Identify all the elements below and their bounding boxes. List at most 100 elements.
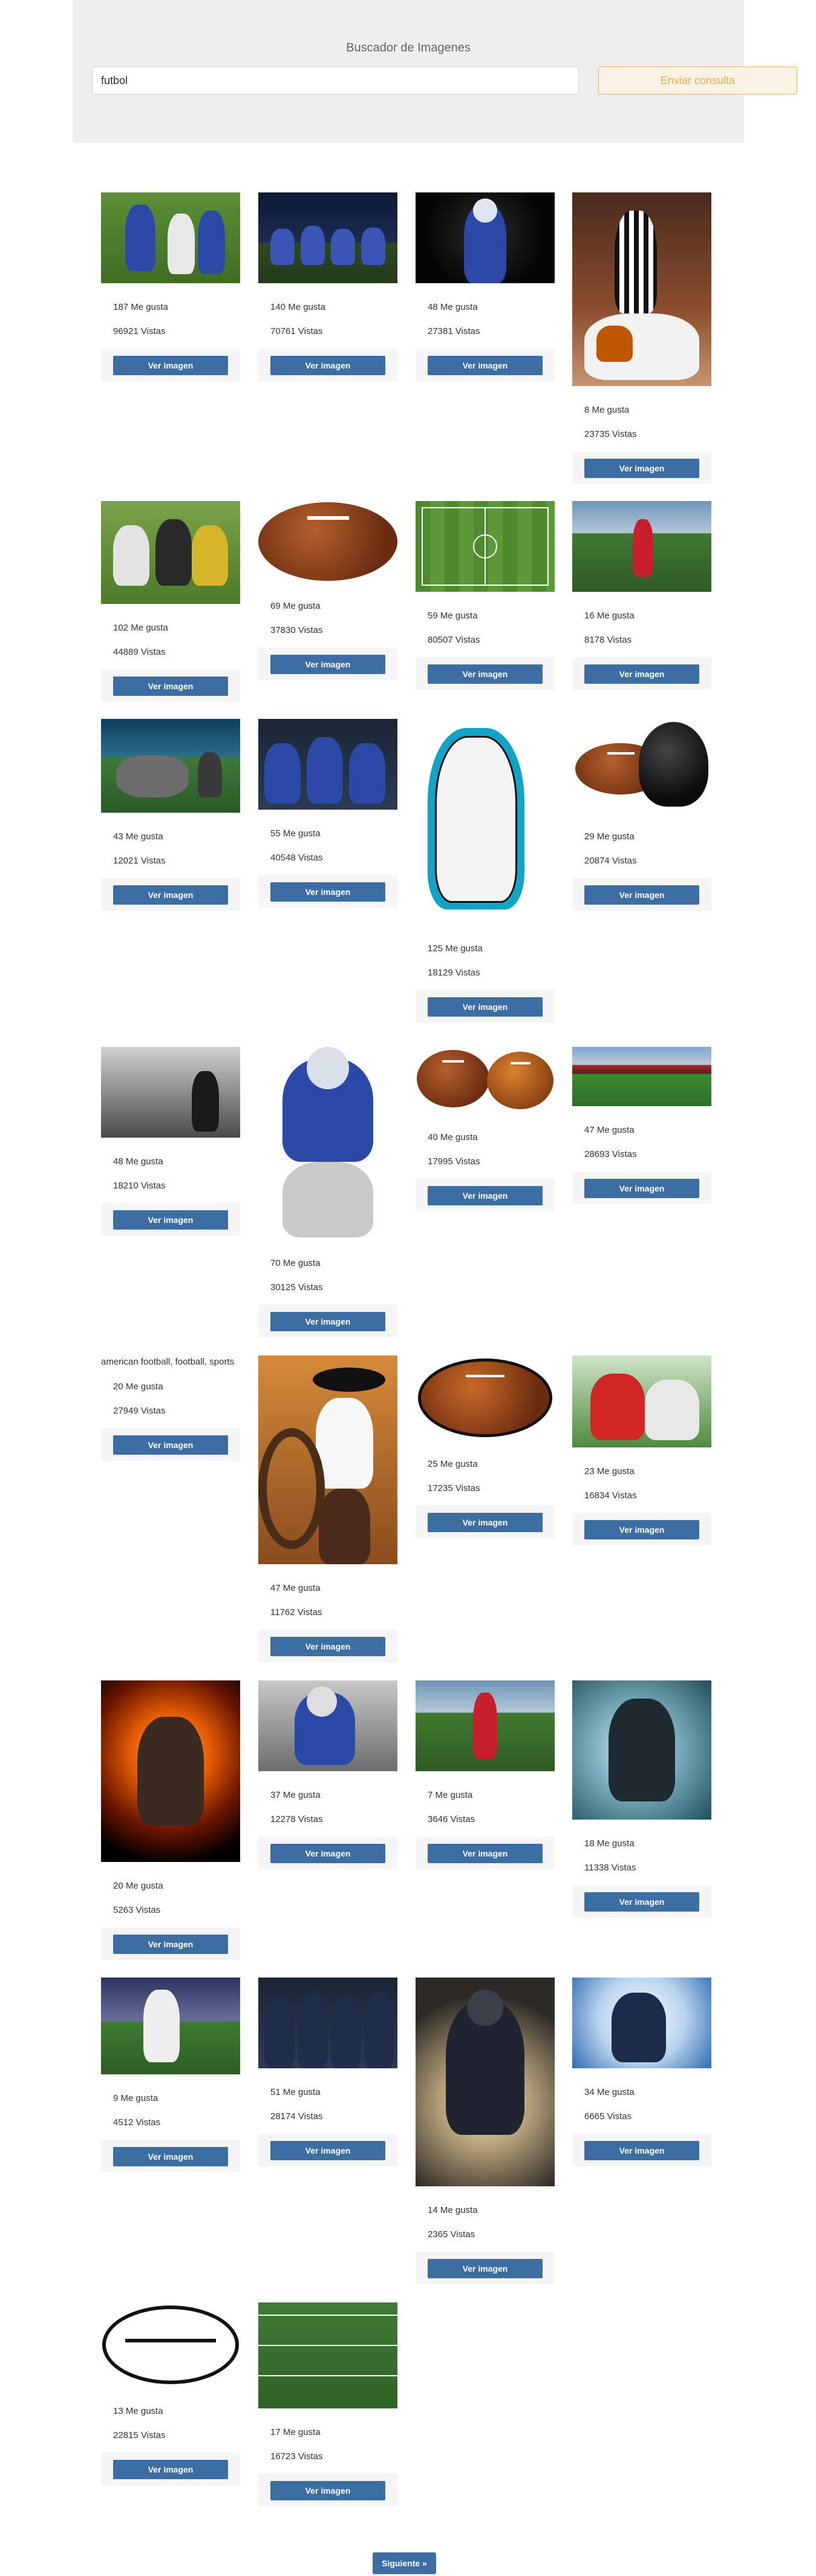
view-image-button[interactable]: Ver imagen xyxy=(270,1312,385,1331)
view-image-button[interactable]: Ver imagen xyxy=(428,356,543,375)
likes-count: 51 Me gusta xyxy=(270,2087,321,2097)
view-image-button[interactable]: Ver imagen xyxy=(584,1179,699,1198)
card-image[interactable] xyxy=(416,1680,555,1771)
view-image-button[interactable]: Ver imagen xyxy=(113,356,228,375)
view-image-button[interactable]: Ver imagen xyxy=(428,2259,543,2278)
card-image[interactable] xyxy=(416,192,555,283)
card-footer: Ver imagen xyxy=(101,669,240,702)
likes-count: 23 Me gusta xyxy=(584,1466,635,1476)
card-image[interactable] xyxy=(258,2302,397,2408)
view-image-button[interactable]: Ver imagen xyxy=(270,356,385,375)
likes-count: 18 Me gusta xyxy=(584,1838,635,1849)
views-count: 5263 Vistas xyxy=(113,1905,161,1915)
card-footer: Ver imagen xyxy=(101,2453,240,2485)
likes-count: 59 Me gusta xyxy=(428,611,478,621)
view-image-button[interactable]: Ver imagen xyxy=(113,1210,228,1230)
card-image[interactable] xyxy=(101,2302,240,2387)
likes-count: 17 Me gusta xyxy=(270,2427,321,2437)
view-image-button[interactable]: Ver imagen xyxy=(428,997,543,1017)
view-image-button[interactable]: Ver imagen xyxy=(428,1844,543,1863)
card-image[interactable] xyxy=(572,1355,711,1447)
view-image-button[interactable]: Ver imagen xyxy=(270,2141,385,2160)
view-image-button[interactable]: Ver imagen xyxy=(584,885,699,905)
view-image-button[interactable]: Ver imagen xyxy=(428,1186,543,1205)
card-image[interactable] xyxy=(258,192,397,283)
image-card: 47 Me gusta 28693 Vistas Ver imagen xyxy=(572,1047,711,1204)
card-image[interactable] xyxy=(416,719,555,925)
card-image[interactable] xyxy=(416,501,555,592)
likes-count: 55 Me gusta xyxy=(270,828,321,839)
views-count: 40548 Vistas xyxy=(270,853,323,863)
views-count: 8178 Vistas xyxy=(584,635,632,645)
view-image-button[interactable]: Ver imagen xyxy=(584,664,699,684)
card-image[interactable] xyxy=(101,1047,240,1138)
view-image-button[interactable]: Ver imagen xyxy=(584,1520,699,1539)
image-card: 47 Me gusta 11762 Vistas Ver imagen xyxy=(258,1355,397,1662)
views-count: 44889 Vistas xyxy=(113,647,166,657)
card-image[interactable] xyxy=(258,501,397,582)
likes-count: 47 Me gusta xyxy=(584,1125,635,1135)
view-image-button[interactable]: Ver imagen xyxy=(113,1935,228,1954)
card-footer: Ver imagen xyxy=(416,349,555,381)
likes-count: 187 Me gusta xyxy=(113,302,168,312)
views-count: 27949 Vistas xyxy=(113,1406,166,1416)
card-image[interactable] xyxy=(101,192,240,283)
card-footer: Ver imagen xyxy=(416,657,555,690)
image-card: 55 Me gusta 40548 Vistas Ver imagen xyxy=(258,719,397,908)
card-image[interactable] xyxy=(101,501,240,604)
view-image-button[interactable]: Ver imagen xyxy=(428,1513,543,1532)
card-image[interactable] xyxy=(572,719,711,813)
view-image-button[interactable]: Ver imagen xyxy=(113,2460,228,2479)
view-image-button[interactable]: Ver imagen xyxy=(270,1844,385,1863)
likes-count: 29 Me gusta xyxy=(584,831,635,842)
views-count: 11762 Vistas xyxy=(270,1607,322,1617)
likes-count: 40 Me gusta xyxy=(428,1132,478,1142)
card-footer: Ver imagen xyxy=(101,878,240,911)
card-footer: Ver imagen xyxy=(572,878,711,911)
views-count: 16834 Vistas xyxy=(584,1490,637,1501)
search-header: Buscador de Imagenes Enviar consulta xyxy=(73,0,797,143)
card-image[interactable] xyxy=(572,1978,711,2068)
card-image[interactable] xyxy=(416,1047,555,1113)
card-footer: Ver imagen xyxy=(416,990,555,1023)
submit-query-button[interactable]: Enviar consulta xyxy=(598,67,797,94)
card-image[interactable] xyxy=(416,1355,555,1440)
views-count: 2365 Vistas xyxy=(428,2229,475,2240)
image-card: american football, football, sports 20 M… xyxy=(101,1355,240,1461)
image-card: 69 Me gusta 37830 Vistas Ver imagen xyxy=(258,501,397,680)
card-image[interactable] xyxy=(258,1978,397,2068)
card-image[interactable] xyxy=(101,719,240,813)
search-input[interactable] xyxy=(92,67,579,94)
card-image[interactable] xyxy=(258,1355,397,1564)
card-image[interactable] xyxy=(258,1680,397,1771)
card-footer: Ver imagen xyxy=(416,1179,555,1211)
card-image[interactable] xyxy=(572,1680,711,1820)
image-card: 29 Me gusta 20874 Vistas Ver imagen xyxy=(572,719,711,911)
card-image[interactable] xyxy=(572,1047,711,1106)
view-image-button[interactable]: Ver imagen xyxy=(270,1637,385,1656)
card-image[interactable] xyxy=(416,1978,555,2186)
view-image-button[interactable]: Ver imagen xyxy=(584,2141,699,2160)
card-image[interactable] xyxy=(101,1680,240,1862)
card-image[interactable] xyxy=(572,501,711,592)
card-footer: Ver imagen xyxy=(101,1927,240,1960)
views-count: 4512 Vistas xyxy=(113,2117,161,2128)
view-image-button[interactable]: Ver imagen xyxy=(584,459,699,478)
card-image[interactable] xyxy=(258,1047,397,1239)
view-image-button[interactable]: Ver imagen xyxy=(113,677,228,696)
view-image-button[interactable]: Ver imagen xyxy=(428,664,543,684)
view-image-button[interactable]: Ver imagen xyxy=(113,885,228,905)
card-image[interactable] xyxy=(101,1978,240,2074)
view-image-button[interactable]: Ver imagen xyxy=(270,882,385,902)
view-image-button[interactable]: Ver imagen xyxy=(270,655,385,674)
view-image-button[interactable]: Ver imagen xyxy=(113,1435,228,1455)
view-image-button[interactable]: Ver imagen xyxy=(113,2147,228,2166)
card-footer: Ver imagen xyxy=(258,875,397,908)
card-image[interactable] xyxy=(572,192,711,386)
view-image-button[interactable]: Ver imagen xyxy=(270,2481,385,2500)
likes-count: 14 Me gusta xyxy=(428,2205,478,2215)
card-image[interactable] xyxy=(258,719,397,810)
image-card: 18 Me gusta 11338 Vistas Ver imagen xyxy=(572,1680,711,1918)
view-image-button[interactable]: Ver imagen xyxy=(584,1892,699,1912)
next-page-button[interactable]: Siguiente » xyxy=(373,2552,436,2574)
